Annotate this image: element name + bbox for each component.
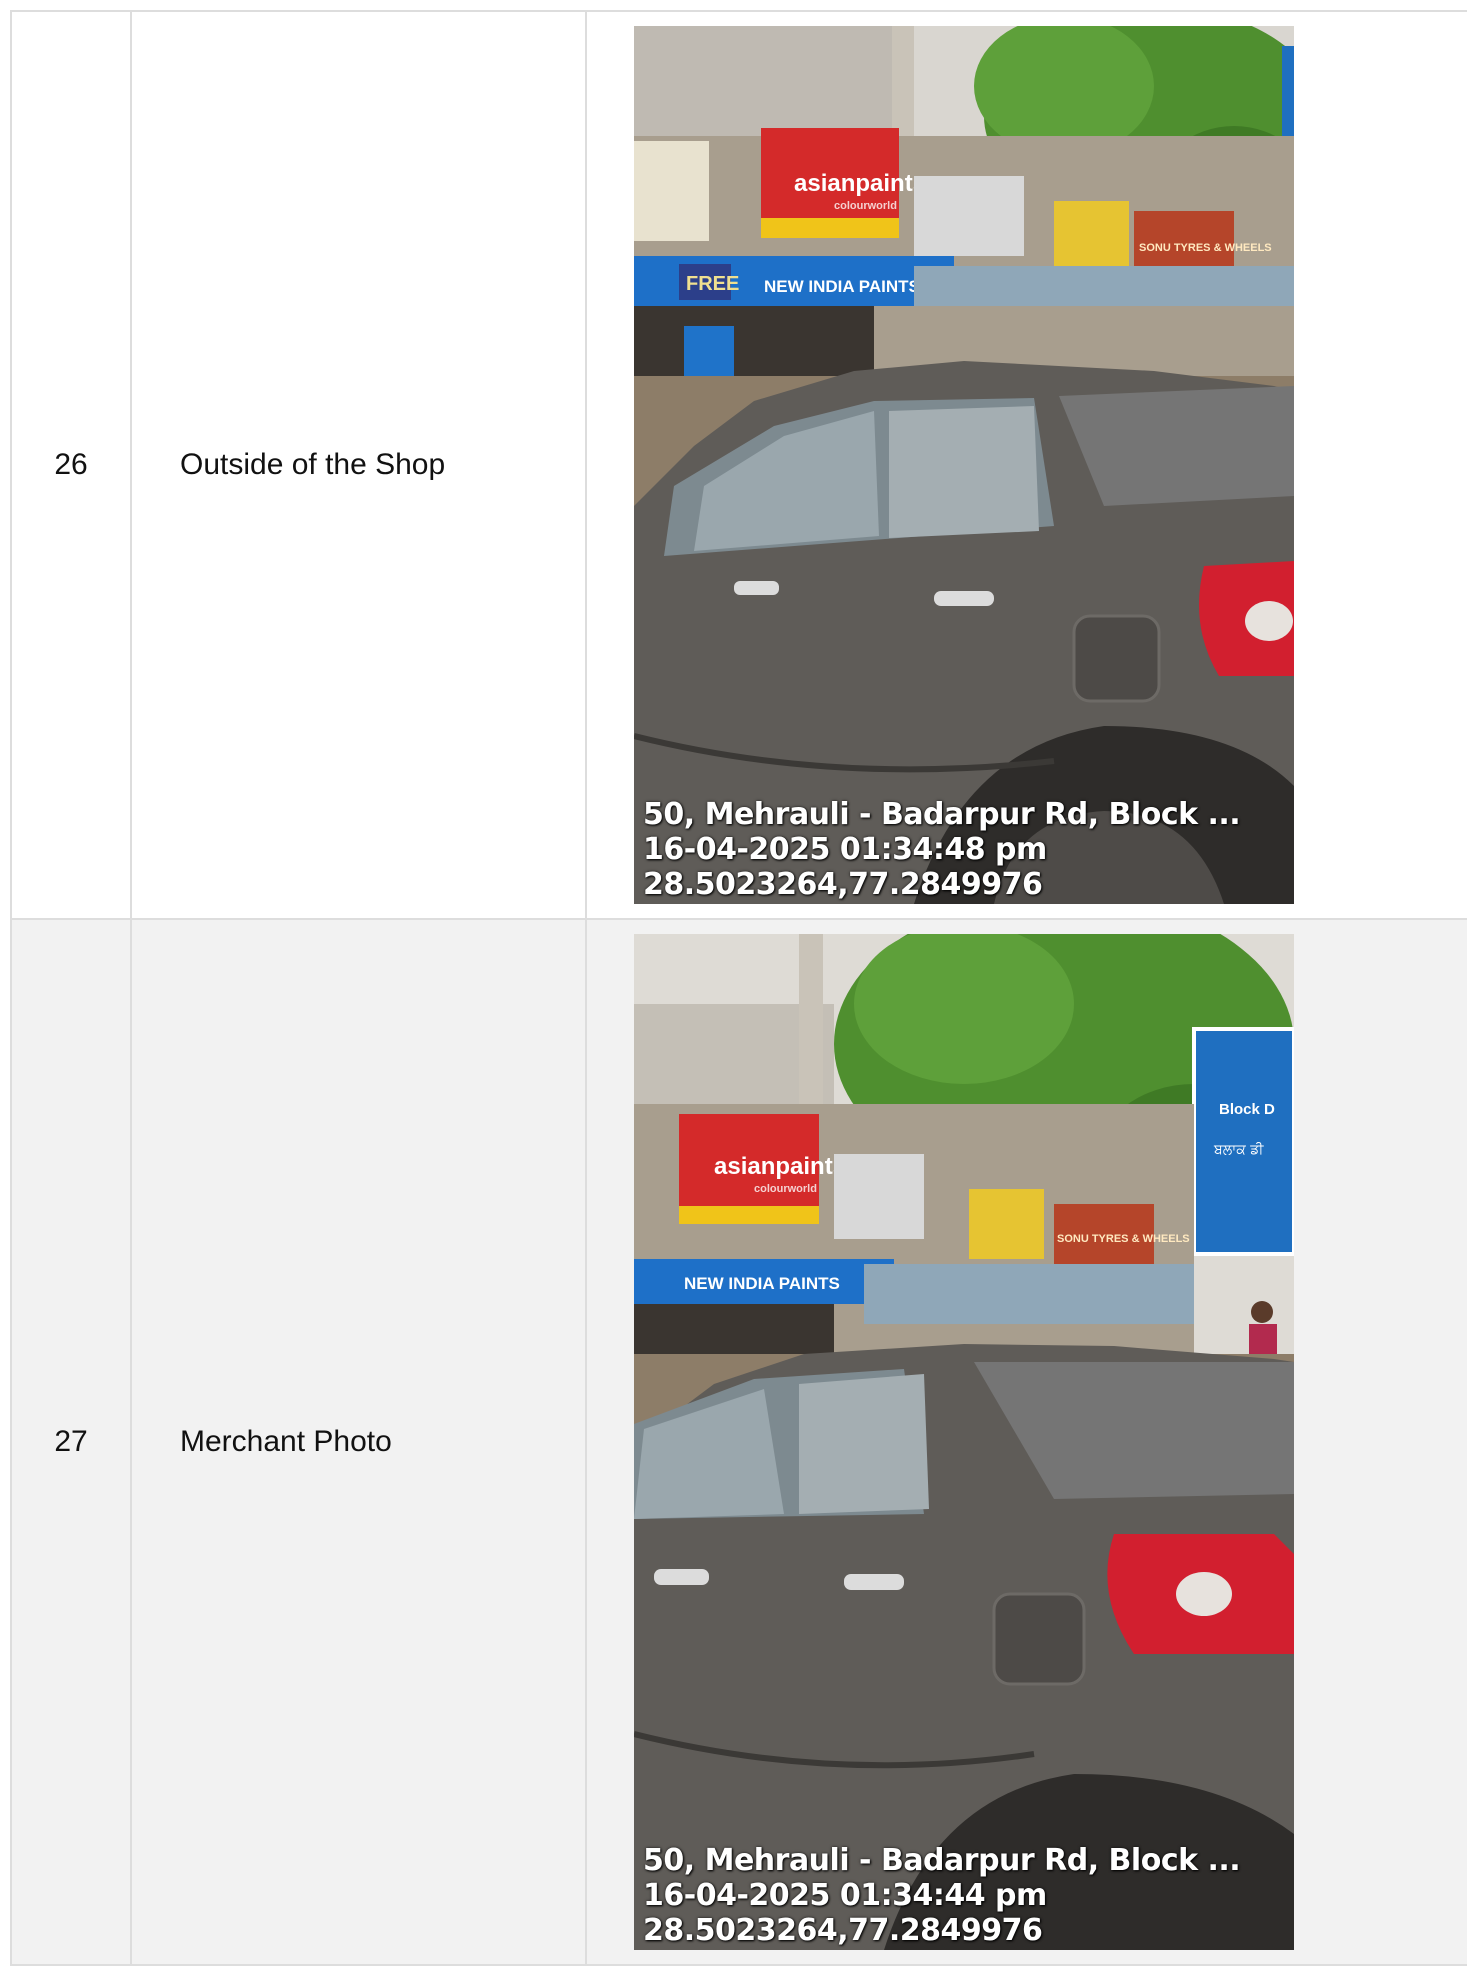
table-row: 27 Merchant Photo Block D ਬਲਾਕ ਡੀ asianp… (10, 918, 1467, 1966)
brand-sign: asianpaints (714, 1153, 846, 1180)
storefront-image: asianpaints colourworld SONU TYRES & WHE… (634, 26, 1294, 904)
svg-text:SONU TYRES & WHEELS: SONU TYRES & WHEELS (1057, 1233, 1190, 1245)
photo-geo-stamp: 50, Mehrauli - Badarpur Rd, Block ... 16… (643, 797, 1241, 902)
photo-cell: Block D ਬਲਾਕ ਡੀ asianpaints colourworld … (585, 918, 1467, 1966)
stamp-datetime: 16-04-2025 01:34:48 pm (643, 832, 1047, 867)
merchant-image: Block D ਬਲਾਕ ਡੀ asianpaints colourworld … (634, 934, 1294, 1950)
photo-cell: asianpaints colourworld SONU TYRES & WHE… (585, 10, 1467, 920)
row-number: 27 (10, 918, 132, 1966)
stamp-address: 50, Mehrauli - Badarpur Rd, Block ... (643, 797, 1241, 832)
row-label: Outside of the Shop (130, 10, 587, 920)
stamp-datetime: 16-04-2025 01:34:44 pm (643, 1878, 1047, 1913)
row-label: Merchant Photo (130, 918, 587, 1966)
shop-banner: NEW INDIA PAINTS (764, 277, 920, 296)
storefront-photo: asianpaints colourworld SONU TYRES & WHE… (634, 26, 1294, 904)
svg-text:ਬਲਾਕ ਡੀ: ਬਲਾਕ ਡੀ (1213, 1142, 1264, 1158)
brand-sign: asianpaints (794, 170, 926, 197)
stamp-address: 50, Mehrauli - Badarpur Rd, Block ... (643, 1843, 1241, 1878)
road-sign: Block D (1219, 1101, 1275, 1118)
shop-banner: NEW INDIA PAINTS (684, 1274, 840, 1293)
stamp-coordinates: 28.5023264,77.2849976 (643, 867, 1043, 902)
merchant-photo: Block D ਬਲਾਕ ਡੀ asianpaints colourworld … (634, 934, 1294, 1950)
photo-geo-stamp: 50, Mehrauli - Badarpur Rd, Block ... 16… (643, 1843, 1241, 1948)
svg-text:colourworld: colourworld (834, 200, 897, 212)
svg-text:colourworld: colourworld (754, 1183, 817, 1195)
svg-text:SONU TYRES & WHEELS: SONU TYRES & WHEELS (1139, 242, 1272, 254)
row-number: 26 (10, 10, 132, 920)
stamp-coordinates: 28.5023264,77.2849976 (643, 1913, 1043, 1948)
record-table: 26 Outside of the Shop asianpaints colou… (10, 10, 1467, 1966)
table-row: 26 Outside of the Shop asianpaints colou… (10, 10, 1467, 920)
svg-text:FREE: FREE (686, 273, 739, 295)
